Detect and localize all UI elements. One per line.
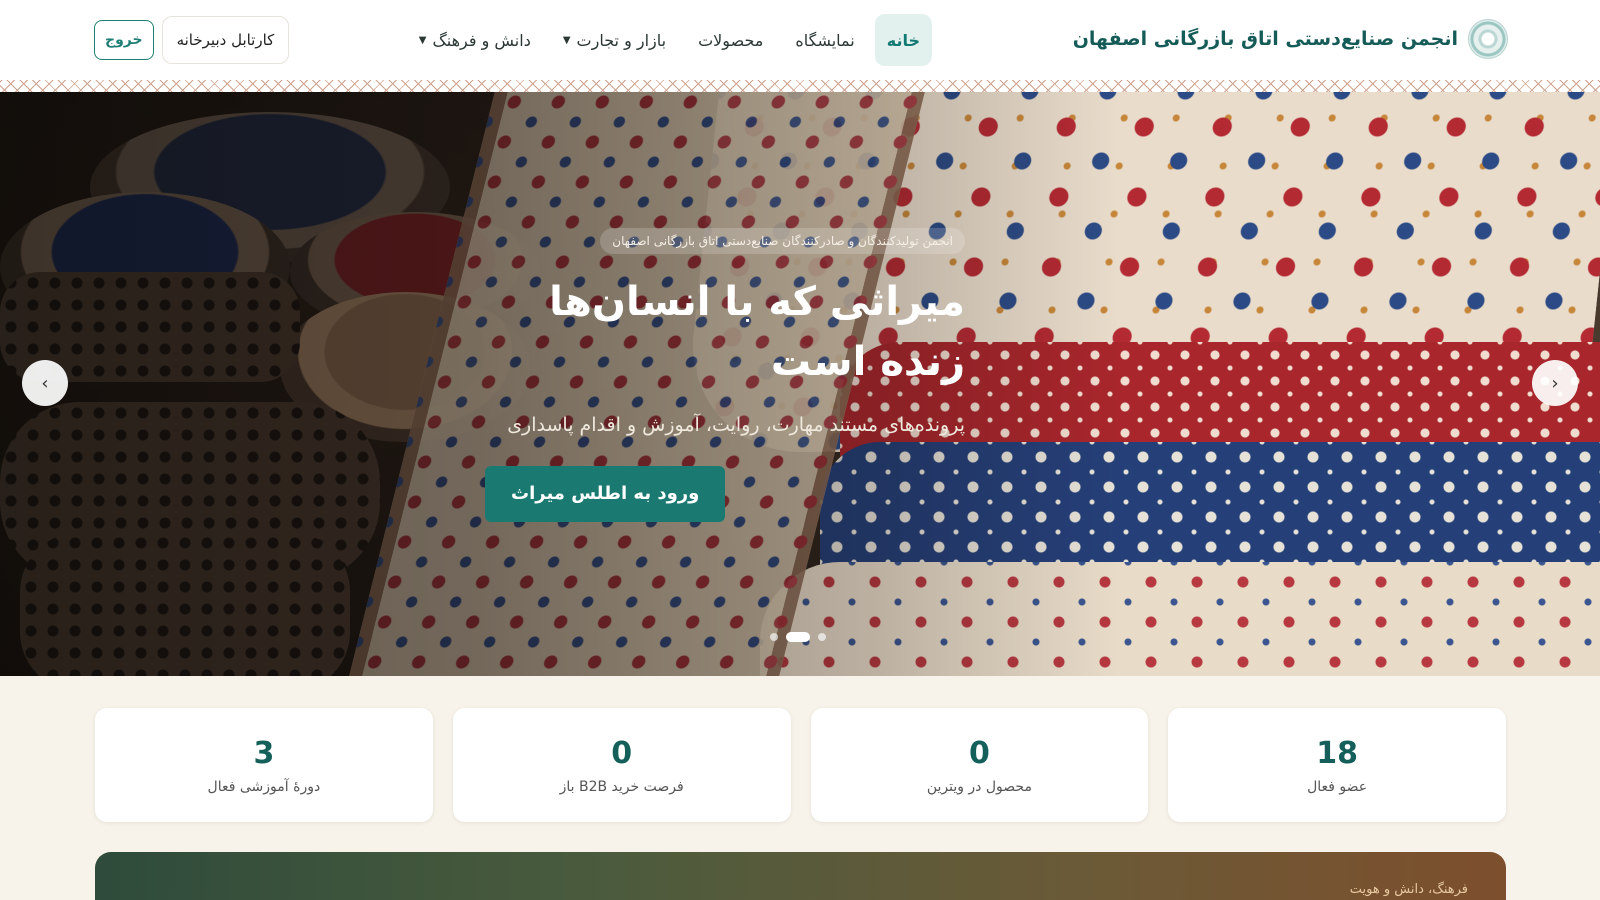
ornamental-border	[0, 80, 1600, 92]
culture-banner: فرهنگ، دانش و هویت	[95, 852, 1506, 900]
slider-dot[interactable]	[818, 633, 826, 641]
hero-content: انجمن تولیدکنندگان و صادرکنندگان صنایع‌د…	[465, 228, 965, 522]
slider-prev-button[interactable]: ›	[22, 360, 68, 406]
caret-down-icon: ▼	[562, 34, 571, 46]
stat-card-training-courses: 3 دورهٔ آموزشی فعال	[95, 708, 433, 822]
culture-banner-kicker: فرهنگ، دانش و هویت	[1349, 882, 1468, 897]
slider-dots	[770, 632, 826, 642]
hero-kicker: انجمن تولیدکنندگان و صادرکنندگان صنایع‌د…	[600, 228, 965, 254]
stat-value: 0	[611, 736, 633, 771]
slider-dot[interactable]	[770, 633, 778, 641]
chevron-right-icon: ›	[41, 372, 49, 394]
stat-value: 0	[968, 736, 990, 771]
hero-cta-wrap: ورود به اطلس میراث	[485, 436, 965, 522]
nav-item-label: محصولات	[698, 30, 764, 50]
hero-title: میراثی که با انسان‌ها زنده است	[549, 279, 965, 385]
stat-card-active-members: 18 عضو فعال	[1168, 708, 1506, 822]
stats-row: 18 عضو فعال 0 محصول در ویترین 0 فرصت خری…	[95, 708, 1506, 822]
nav-item-label: دانش و فرهنگ	[432, 30, 531, 50]
logout-button[interactable]: خروج	[94, 20, 154, 60]
nav-item-label: بازار و تجارت	[576, 30, 667, 50]
hero-subtitle: پرونده‌های مستند مهارت، روایت، آموزش و ا…	[507, 414, 965, 436]
nav-item-label: خانه	[886, 30, 920, 50]
chevron-left-icon: ‹	[1551, 372, 1559, 394]
stat-value: 3	[253, 736, 275, 771]
slider-dot-active[interactable]	[786, 632, 810, 642]
caret-down-icon: ▼	[418, 34, 427, 46]
emblem-icon	[1468, 19, 1508, 59]
nav-item-knowledge-culture[interactable]: دانش و فرهنگ ▼	[407, 14, 543, 66]
nav-item-market-trade[interactable]: بازار و تجارت ▼	[551, 14, 678, 66]
brand-name: انجمن صنایع‌دستی اتاق بازرگانی اصفهان	[1072, 28, 1458, 50]
stat-label: عضو فعال	[1307, 779, 1368, 795]
slider-next-button[interactable]: ‹	[1532, 360, 1578, 406]
nav-item-home[interactable]: خانه	[874, 14, 932, 66]
stat-label: دورهٔ آموزشی فعال	[207, 779, 321, 795]
nav-item-products[interactable]: محصولات	[686, 14, 775, 66]
stat-card-showcase-products: 0 محصول در ویترین	[810, 708, 1149, 822]
nav-item-label: نمایشگاه	[795, 30, 855, 50]
secretariat-cartable-button[interactable]: کارتابل دبیرخانه	[161, 16, 290, 64]
hero-slider: انجمن تولیدکنندگان و صادرکنندگان صنایع‌د…	[0, 92, 1600, 676]
main-nav: خانه نمایشگاه محصولات بازار و تجارت ▼ دا…	[407, 14, 932, 66]
stat-label: محصول در ویترین	[926, 779, 1032, 795]
nav-item-exhibition[interactable]: نمایشگاه	[783, 14, 866, 66]
brand[interactable]: انجمن صنایع‌دستی اتاق بازرگانی اصفهان	[1073, 17, 1508, 61]
site-header: انجمن صنایع‌دستی اتاق بازرگانی اصفهان خا…	[0, 0, 1600, 80]
stat-label: فرصت خرید B2B باز	[559, 779, 684, 795]
heritage-atlas-button[interactable]: ورود به اطلس میراث	[485, 466, 726, 522]
stat-card-b2b-opportunities: 0 فرصت خرید B2B باز	[452, 708, 791, 822]
header-actions: کارتابل دبیرخانه خروج	[94, 15, 290, 65]
stat-value: 18	[1316, 736, 1358, 771]
